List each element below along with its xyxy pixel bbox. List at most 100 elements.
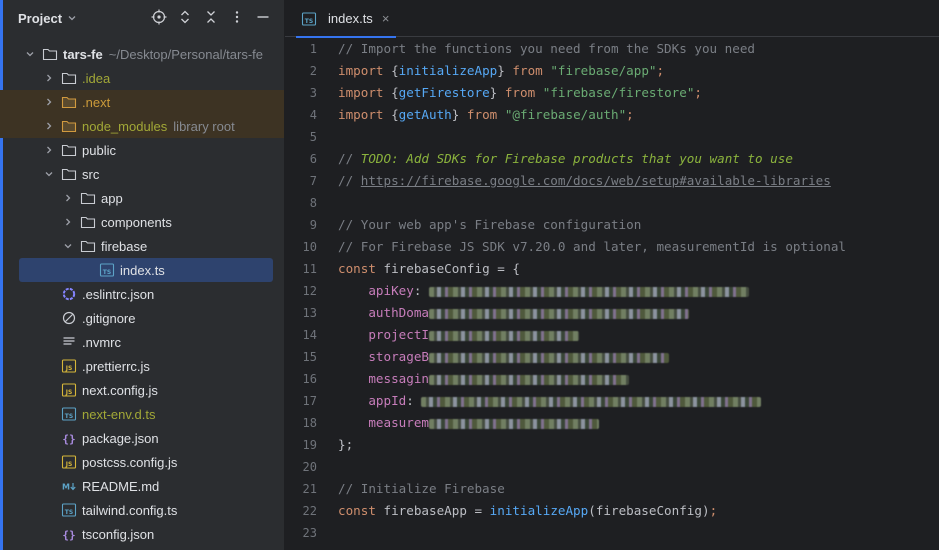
line-number: 5 [309,130,317,144]
tree-item[interactable]: TS next-env.d.ts [0,402,284,426]
redacted-value [421,396,762,407]
code-line: appId: [338,390,939,412]
code-token: { [391,63,399,78]
tree-item[interactable]: TS tailwind.config.ts [0,498,284,522]
svg-text:M: M [62,483,70,492]
line-number: 22 [302,504,317,518]
tree-item[interactable]: .next [0,90,284,114]
tree-item[interactable]: .gitignore [0,306,284,330]
collapse-all-icon[interactable] [202,8,220,26]
line-number: 20 [302,460,317,474]
chevron-right-icon[interactable] [60,214,76,230]
json-file-icon: {} [61,526,77,542]
svg-text:TS: TS [65,509,73,516]
chevron-right-icon[interactable] [41,142,57,158]
line-number: 7 [309,174,317,188]
locate-icon[interactable] [150,8,168,26]
code-line: import {getAuth} from "@firebase/auth"; [338,104,939,126]
tree-item[interactable]: {} tsconfig.json [0,522,284,546]
code-token: appId [368,393,407,408]
tree-item[interactable]: JS .prettierrc.js [0,354,284,378]
close-tab-icon[interactable]: × [382,11,390,26]
chevron-right-icon[interactable] [41,70,57,86]
typescript-file-icon: TS [99,262,115,278]
typescript-file-icon: TS [61,502,77,518]
tree-item-label: index.ts [120,262,165,278]
tree-item[interactable]: tars-fe ~/Desktop/Personal/tars-fe [0,42,284,66]
code-token: "@firebase/auth" [504,107,627,122]
chevron-right-icon[interactable] [41,94,57,110]
code-line: import {getFirestore} from "firebase/fir… [338,82,939,104]
code-token: } [497,63,513,78]
line-number: 4 [309,108,317,122]
code-token: ; [656,63,665,78]
tree-item[interactable]: components [0,210,284,234]
more-options-icon[interactable] [228,8,246,26]
chevron-right-icon[interactable] [60,190,76,206]
line-number: 8 [309,196,317,210]
code-token: firebaseConfig = { [383,261,520,276]
svg-text:JS: JS [65,365,73,372]
tree-item[interactable]: public [0,138,284,162]
code-token: storageB [368,349,430,364]
chevron-down-icon[interactable] [67,13,77,23]
tab-index-ts[interactable]: TS index.ts × [296,0,396,38]
folder-icon [61,142,77,158]
svg-text:{}: {} [62,433,75,446]
line-number: 6 [309,152,317,166]
code-token: from [466,107,505,122]
chevron-down-icon[interactable] [60,238,76,254]
tree-item[interactable]: TS index.ts [0,258,284,282]
chevron-right-icon[interactable] [41,118,57,134]
gitignore-file-icon [61,310,77,326]
tree-item[interactable]: src [0,162,284,186]
minimize-icon[interactable] [254,8,272,26]
tree-item[interactable]: node_modules library root [0,114,284,138]
chevron-down-icon[interactable] [22,46,38,62]
code-line: authDoma [338,302,939,324]
line-number: 13 [302,306,317,320]
code-editor[interactable]: 1 2 3 4 5 6 7 8 9 10 11 12 13 14 15 16 17 18 19 20 21 22 23 //… [285,38,939,550]
project-view-selector[interactable]: Project [18,11,62,26]
typescript-file-icon: TS [301,11,317,27]
code-token: https://firebase.google.com/docs/web/set… [360,173,831,188]
line-number-gutter: 1 2 3 4 5 6 7 8 9 10 11 12 13 14 15 16 17 18 19 20 21 22 23 [285,38,317,544]
tree-item[interactable]: M README.md [0,474,284,498]
folder-icon [61,166,77,182]
tree-item-label: .idea [82,70,111,86]
tree-item[interactable]: .nvmrc [0,330,284,354]
code-token: TODO: Add SDKs for Firebase products tha… [360,151,793,166]
tree-item-label: README.md [82,478,160,494]
code-token: initializeApp [489,503,589,518]
code-token: // [338,173,361,188]
svg-text:TS: TS [103,269,111,276]
tree-item-label: .gitignore [82,310,136,326]
tree-item[interactable]: {} package.json [0,426,284,450]
project-panel: Project tars-fe ~/Desktop/Personal/tars-… [0,0,285,550]
code-token: "firebase/firestore" [542,85,695,100]
code-token: } [489,85,505,100]
tree-item[interactable]: .idea [0,66,284,90]
tree-item-label: .nvmrc [82,334,121,350]
tree-item[interactable]: JS postcss.config.js [0,450,284,474]
javascript-file-icon: JS [61,454,77,470]
line-number: 16 [302,372,317,386]
tree-item[interactable]: firebase [0,234,284,258]
line-number: 23 [302,526,317,540]
chevron-down-icon[interactable] [41,166,57,182]
tree-item[interactable]: app [0,186,284,210]
tree-item[interactable]: .eslintrc.json [0,282,284,306]
tree-item-hint: library root [173,118,235,134]
tree-item[interactable]: JS next.config.js [0,378,284,402]
expand-all-icon[interactable] [176,8,194,26]
line-number: 14 [302,328,317,342]
code-line: import {initializeApp} from "firebase/ap… [338,60,939,82]
